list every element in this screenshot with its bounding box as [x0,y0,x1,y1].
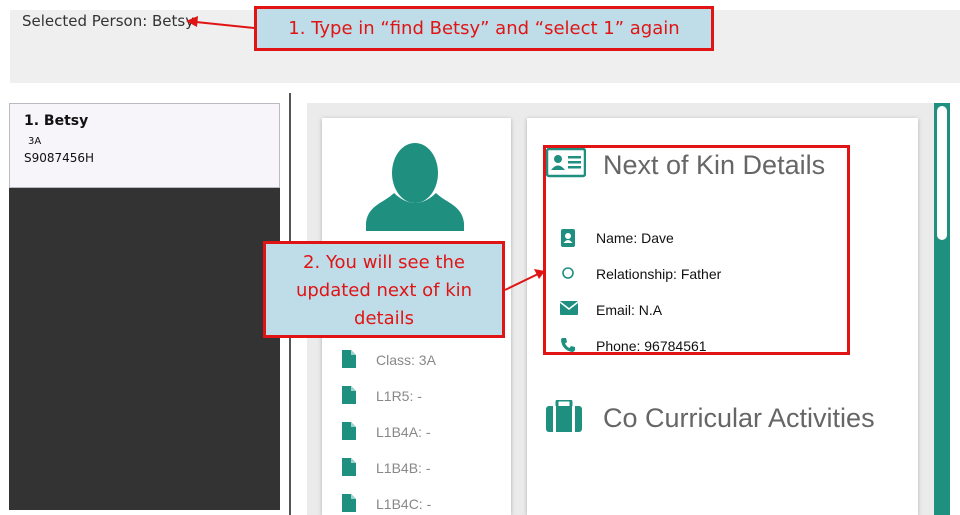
callout-line: 2. You will see the [303,252,465,273]
instruction-callout-1: 1. Type in “find Betsy” and “select 1” a… [254,6,714,51]
callout-line: details [354,308,414,329]
callout-line: updated next of kin [295,280,473,301]
instruction-callout-2: 2. You will see the updated next of kin … [263,241,505,338]
